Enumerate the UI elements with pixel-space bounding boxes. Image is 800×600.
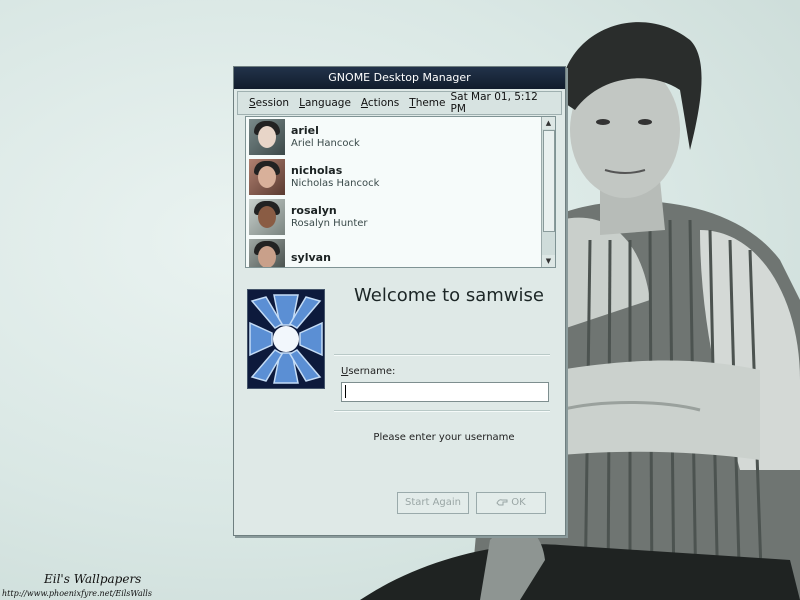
separator bbox=[334, 410, 550, 412]
scroll-up-icon[interactable]: ▲ bbox=[542, 117, 555, 129]
user-login: ariel bbox=[291, 124, 319, 137]
username-input[interactable] bbox=[341, 382, 549, 402]
gdm-logo-icon bbox=[247, 289, 325, 389]
ok-button[interactable]: OK bbox=[476, 492, 546, 514]
menu-mnemonic: S bbox=[249, 97, 256, 109]
login-dialog: GNOME Desktop Manager Session Language A… bbox=[233, 66, 566, 536]
menu-mnemonic: A bbox=[360, 97, 368, 109]
avatar bbox=[249, 119, 285, 155]
menubar: Session Language Actions Theme Sat Mar 0… bbox=[237, 91, 562, 115]
user-fullname: Rosalyn Hunter bbox=[291, 218, 368, 229]
username-label-text: sername: bbox=[348, 366, 396, 377]
ok-hand-icon bbox=[496, 499, 508, 506]
ok-label: OK bbox=[511, 497, 526, 508]
menu-label: ession bbox=[255, 97, 290, 109]
user-list-item[interactable]: rosalyn Rosalyn Hunter bbox=[246, 197, 541, 237]
scroll-down-icon[interactable]: ▼ bbox=[542, 255, 555, 267]
start-again-button[interactable]: Start Again bbox=[397, 492, 469, 514]
user-list-item[interactable]: nicholas Nicholas Hancock bbox=[246, 157, 541, 197]
user-list-scrollbar[interactable]: ▲ ▼ bbox=[541, 117, 555, 267]
user-fullname: Nicholas Hancock bbox=[291, 178, 380, 189]
avatar bbox=[249, 239, 285, 267]
user-list-item[interactable]: sylvan bbox=[246, 237, 541, 267]
clock: Sat Mar 01, 5:12 PM bbox=[450, 91, 538, 115]
login-prompt: Please enter your username bbox=[373, 432, 515, 443]
menu-label: ctions bbox=[367, 97, 400, 109]
menu-language[interactable]: Language bbox=[294, 97, 356, 109]
user-login: rosalyn bbox=[291, 204, 337, 217]
user-login: sylvan bbox=[291, 250, 331, 264]
user-fullname: Ariel Hancock bbox=[291, 138, 360, 149]
menu-session[interactable]: Session bbox=[244, 97, 294, 109]
menu-actions[interactable]: Actions bbox=[356, 97, 404, 109]
wallpaper-title: Eil's Wallpapers bbox=[44, 572, 142, 586]
welcome-heading: Welcome to samwise bbox=[354, 285, 544, 306]
username-label: Username: bbox=[341, 366, 395, 377]
user-login: nicholas bbox=[291, 164, 343, 177]
avatar bbox=[249, 159, 285, 195]
window-title: GNOME Desktop Manager bbox=[234, 67, 565, 89]
user-list: ariel Ariel Hancock nicholas Nicholas Hanc… bbox=[245, 116, 556, 268]
avatar bbox=[249, 199, 285, 235]
menu-label: heme bbox=[415, 97, 446, 109]
separator bbox=[334, 354, 550, 356]
text-caret bbox=[345, 385, 346, 398]
menu-label: anguage bbox=[304, 97, 351, 109]
menu-theme[interactable]: Theme bbox=[404, 97, 450, 109]
scrollbar-thumb[interactable] bbox=[543, 130, 555, 232]
wallpaper-url: http://www.phoenixfyre.net/EilsWalls bbox=[2, 589, 152, 598]
user-list-item[interactable]: ariel Ariel Hancock bbox=[246, 117, 541, 157]
